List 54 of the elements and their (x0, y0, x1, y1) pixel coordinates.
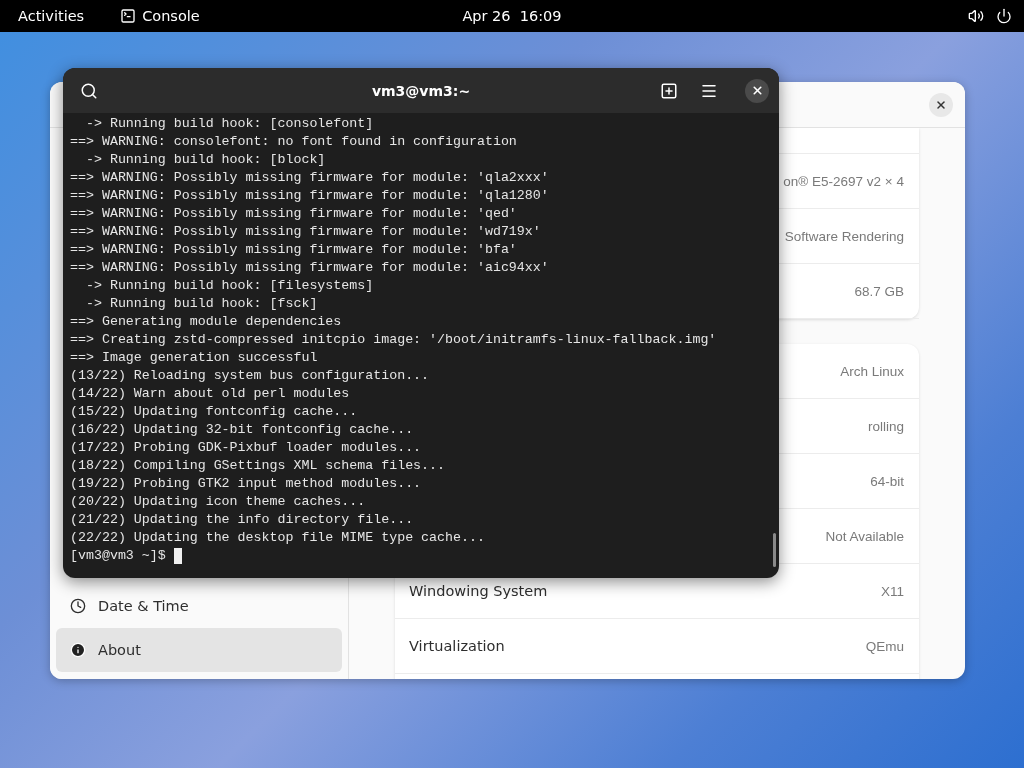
terminal-line: ==> Image generation successful (70, 349, 319, 367)
info-icon (70, 642, 86, 658)
terminal-line: ==> WARNING: consolefont: no font found in configuration (70, 133, 518, 151)
clock-button[interactable]: Apr 26 16:09 (462, 8, 562, 24)
terminal-line: ==> WARNING: Possibly missing firmware for module: 'qla2xxx' (70, 169, 550, 187)
text-cursor (173, 548, 182, 564)
shell-prompt: [vm3@vm3 ~]$ (70, 547, 166, 565)
terminal-line: ==> WARNING: Possibly missing firmware for module: 'wd719x' (70, 223, 542, 241)
terminal-line: ==> Generating module dependencies (70, 313, 343, 331)
terminal-line: (17/22) Probing GDK-Pixbuf loader modules... (70, 439, 423, 457)
terminal-line: (16/22) Updating 32-bit fontconfig cache... (70, 421, 415, 439)
scrollbar[interactable] (773, 533, 776, 567)
close-icon (750, 84, 764, 97)
sidebar-item[interactable]: Date & Time (56, 584, 342, 628)
row-value: QEmu (865, 638, 904, 654)
activities-button[interactable]: Activities (18, 8, 85, 24)
terminal-line: (18/22) Compiling GSettings XML schema files... (70, 457, 447, 475)
terminal-line: -> Running build hook: [block] (84, 151, 327, 169)
terminal-line: (21/22) Updating the info directory file... (70, 511, 415, 529)
row-label: Virtualization (409, 638, 505, 654)
row-value: 68.7 GB (854, 283, 904, 299)
terminal-line: ==> WARNING: Possibly missing firmware for module: 'aic94xx' (70, 259, 550, 277)
terminal-line: -> Running build hook: [consolefont] (84, 115, 375, 133)
terminal-line: ==> WARNING: Possibly missing firmware for module: 'qed' (70, 205, 518, 223)
row-value: on® E5-2697 v2 × 4 (783, 173, 904, 189)
terminal-line: (19/22) Probing GTK2 input method modules... (70, 475, 423, 493)
row-value: X11 (880, 583, 904, 599)
row-value: Not Available (825, 528, 904, 544)
row-label: Windowing System (409, 583, 548, 599)
terminal-line: -> Running build hook: [fsck] (84, 295, 319, 313)
sidebar-item[interactable]: About (56, 628, 342, 672)
search-icon (80, 81, 98, 100)
row-value: rolling (867, 418, 904, 434)
clock-icon (70, 598, 86, 614)
plus-icon (660, 81, 678, 100)
close-icon (935, 98, 947, 111)
terminal-line: ==> WARNING: Possibly missing firmware for module: 'bfa' (70, 241, 518, 259)
terminal-line: (20/22) Updating icon theme caches... (70, 493, 367, 511)
terminal-line: (13/22) Reloading system bus configuration... (70, 367, 431, 385)
row-value: Arch Linux (840, 363, 904, 379)
terminal-line: (15/22) Updating fontconfig cache... (70, 403, 359, 421)
terminal-icon (120, 8, 137, 24)
window-title: vm3@vm3:~ (371, 82, 471, 99)
volume-icon[interactable] (968, 8, 984, 24)
terminal-line: ==> Creating zstd-compressed initcpio image: '/boot/initramfs-linux-fallback.img' (70, 331, 718, 349)
terminal-line: -> Running build hook: [filesystems] (84, 277, 375, 295)
app-menu-button[interactable]: Console (142, 8, 200, 24)
row-value: 64-bit (870, 473, 904, 489)
terminal-line: (22/22) Updating the desktop file MIME type cache... (70, 529, 486, 547)
row-value: Software Rendering (784, 228, 904, 244)
close-button[interactable] (745, 78, 769, 103)
terminal-line: ==> WARNING: Possibly missing firmware for module: 'qla1280' (70, 187, 550, 205)
terminal-line: (14/22) Warn about old perl modules (70, 385, 351, 403)
power-icon[interactable] (996, 8, 1012, 24)
